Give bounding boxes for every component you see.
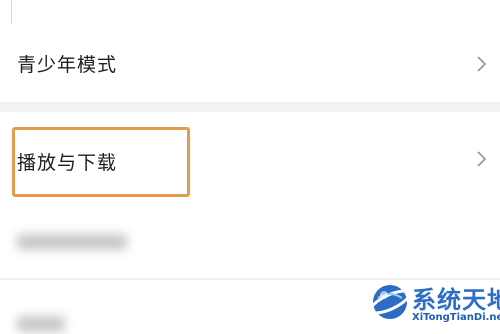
previous-row-bottom	[0, 0, 500, 24]
watermark-url: XiTongTianDi.net	[412, 312, 500, 323]
watermark: 系统天地 XiTongTianDi.net	[368, 278, 500, 328]
blurred-label	[17, 234, 127, 250]
highlight-box	[12, 127, 190, 197]
settings-row-teen-mode[interactable]: 青少年模式	[0, 24, 500, 102]
blurred-label	[17, 316, 65, 332]
watermark-title: 系统天地	[412, 286, 500, 314]
settings-row-blurred[interactable]	[0, 210, 500, 278]
chevron-right-icon	[477, 56, 487, 72]
settings-row-label: 青少年模式	[17, 54, 118, 76]
chevron-right-icon	[477, 151, 487, 167]
globe-logo-icon	[369, 285, 411, 319]
section-divider	[0, 102, 500, 112]
